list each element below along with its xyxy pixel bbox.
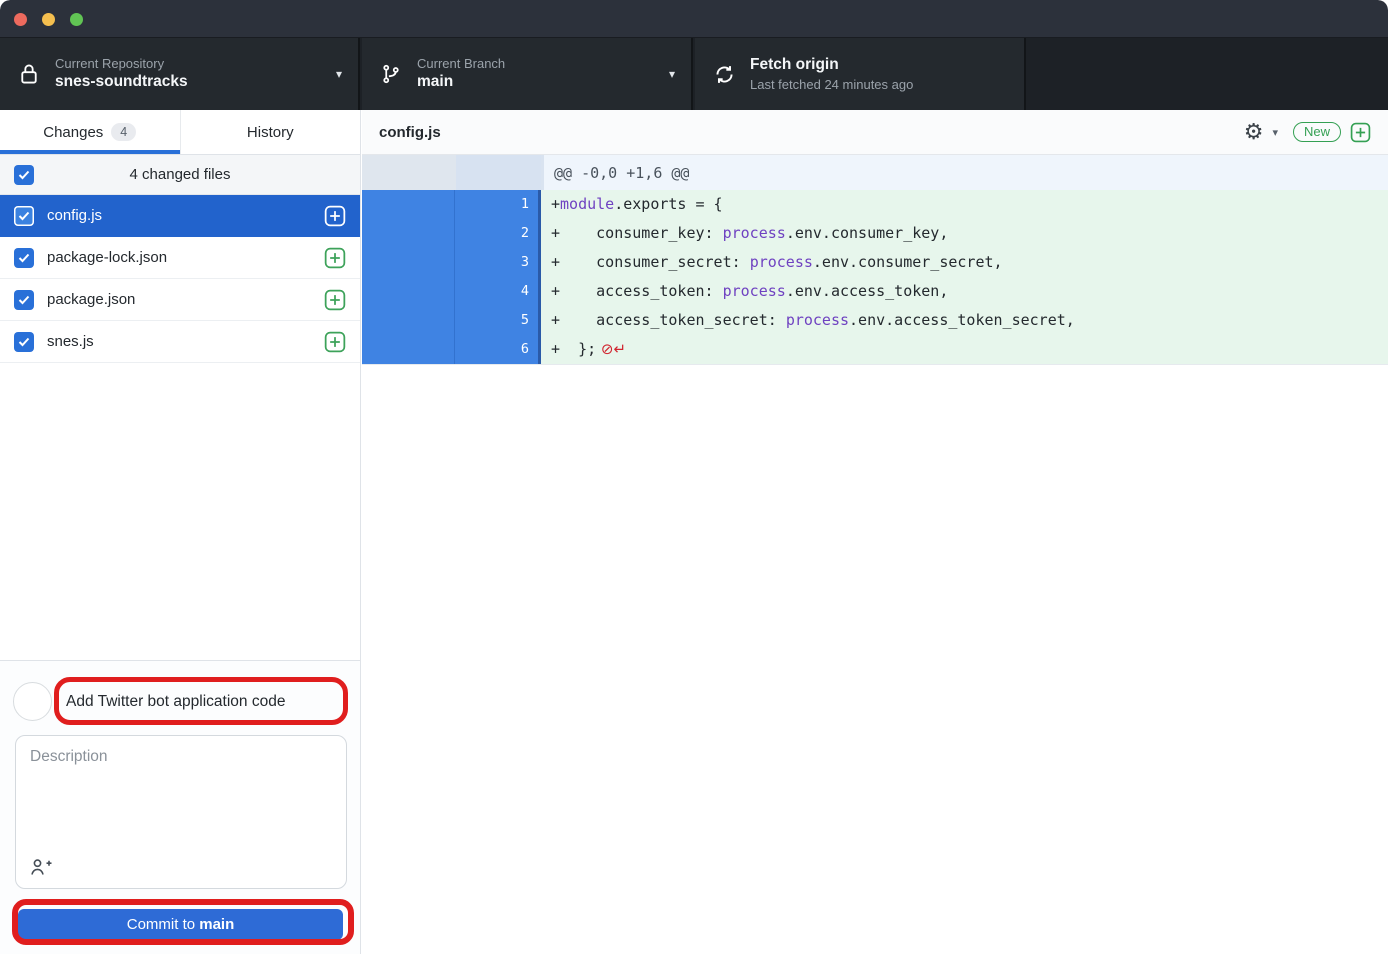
- add-coauthor-icon[interactable]: [29, 856, 53, 878]
- changes-count-badge: 4: [111, 123, 136, 141]
- tab-history[interactable]: History: [180, 110, 361, 154]
- diff-line-5[interactable]: 5+ access_token_secret: process.env.acce…: [362, 306, 1388, 335]
- file-name: package-lock.json: [47, 249, 167, 266]
- new-line-number: 2: [455, 219, 538, 248]
- commit-form: Commit to main: [0, 660, 360, 954]
- hunk-header-row: @@ -0,0 +1,6 @@: [362, 155, 1388, 190]
- changed-files-count: 4 changed files: [0, 166, 360, 183]
- current-repository-dropdown[interactable]: Current Repository snes-soundtracks ▾: [0, 38, 360, 110]
- diff-line-code: +module.exports = {: [541, 190, 1388, 219]
- current-branch-dropdown[interactable]: Current Branch main ▾: [362, 38, 693, 110]
- avatar: [13, 682, 52, 721]
- diff-line-4[interactable]: 4+ access_token: process.env.access_toke…: [362, 277, 1388, 306]
- chevron-down-icon: ▾: [336, 67, 342, 81]
- diff-line-2[interactable]: 2+ consumer_key: process.env.consumer_ke…: [362, 219, 1388, 248]
- old-line-number: [362, 277, 455, 306]
- diff-file-name: config.js: [379, 124, 441, 141]
- select-all-checkbox[interactable]: [14, 165, 34, 185]
- hunk-gutter-old: [362, 155, 456, 190]
- changed-file-list: config.js package-lock.json package.json sn…: [0, 195, 360, 363]
- old-line-number: [362, 190, 455, 219]
- github-desktop-window: Current Repository snes-soundtracks ▾ Cu…: [0, 0, 1388, 954]
- diff-line-gutter[interactable]: 6: [362, 335, 541, 364]
- file-row-package-lock.json[interactable]: package-lock.json: [0, 237, 360, 279]
- fetch-origin-button[interactable]: Fetch origin Last fetched 24 minutes ago: [695, 38, 1026, 110]
- commit-description-input[interactable]: [16, 736, 346, 854]
- lock-icon: [18, 62, 40, 86]
- tab-history-label: History: [247, 124, 294, 141]
- added-status-icon: [1350, 122, 1371, 143]
- diff-line-3[interactable]: 3+ consumer_secret: process.env.consumer…: [362, 248, 1388, 277]
- git-branch-icon: [380, 62, 402, 86]
- branch-name: main: [417, 72, 505, 93]
- branch-label: Current Branch: [417, 55, 505, 73]
- file-row-config.js[interactable]: config.js: [0, 195, 360, 237]
- zoom-button[interactable]: [70, 13, 83, 26]
- old-line-number: [362, 248, 455, 277]
- commit-branch-name: main: [199, 916, 234, 933]
- added-status-icon: [324, 205, 346, 227]
- toolbar: Current Repository snes-soundtracks ▾ Cu…: [0, 38, 1388, 110]
- titlebar: [0, 0, 1388, 38]
- new-file-badge: New: [1293, 122, 1341, 142]
- diff-line-code: + }; ⊘↵: [541, 335, 1388, 364]
- file-checkbox[interactable]: [14, 248, 34, 268]
- new-line-number: 5: [455, 306, 538, 335]
- diff-line-code: + access_token: process.env.access_token…: [541, 277, 1388, 306]
- minimize-button[interactable]: [42, 13, 55, 26]
- new-line-number: 1: [455, 190, 538, 219]
- added-status-icon: [324, 331, 346, 353]
- tab-changes-label: Changes: [43, 124, 103, 141]
- chevron-down-icon[interactable]: ▾: [1272, 126, 1278, 139]
- fetch-subtitle: Last fetched 24 minutes ago: [750, 76, 913, 94]
- file-checkbox[interactable]: [14, 332, 34, 352]
- fetch-title: Fetch origin: [750, 55, 913, 76]
- old-line-number: [362, 219, 455, 248]
- diff-line-code: + access_token_secret: process.env.acces…: [541, 306, 1388, 335]
- diff-body: @@ -0,0 +1,6 @@ 1+module.exports = {2+ c…: [362, 155, 1388, 365]
- new-line-number: 3: [455, 248, 538, 277]
- changed-files-header: 4 changed files: [0, 155, 360, 195]
- sync-icon: [713, 62, 735, 86]
- file-name: snes.js: [47, 333, 94, 350]
- file-row-snes.js[interactable]: snes.js: [0, 321, 360, 363]
- diff-line-gutter[interactable]: 4: [362, 277, 541, 306]
- active-tab-indicator: [0, 150, 180, 154]
- diff-line-code: + consumer_secret: process.env.consumer_…: [541, 248, 1388, 277]
- old-line-number: [362, 306, 455, 335]
- diff-line-gutter[interactable]: 5: [362, 306, 541, 335]
- file-name: config.js: [47, 207, 102, 224]
- commit-to-main-button[interactable]: Commit to main: [18, 909, 343, 940]
- added-status-icon: [324, 247, 346, 269]
- added-status-icon: [324, 289, 346, 311]
- diff-lines: 1+module.exports = {2+ consumer_key: pro…: [362, 190, 1388, 364]
- file-checkbox[interactable]: [14, 206, 34, 226]
- gear-icon[interactable]: ⚙: [1244, 121, 1264, 143]
- file-checkbox[interactable]: [14, 290, 34, 310]
- sidebar-tabs: Changes 4 History: [0, 110, 360, 155]
- diff-header: config.js ⚙ ▾ New: [362, 110, 1388, 155]
- diff-line-1[interactable]: 1+module.exports = {: [362, 190, 1388, 219]
- hunk-gutter-new: [456, 155, 541, 190]
- diff-pane: config.js ⚙ ▾ New @@ -0,0 +1,6 @@ 1+mod: [362, 110, 1388, 954]
- commit-summary-input[interactable]: [66, 686, 338, 718]
- repository-label: Current Repository: [55, 55, 188, 73]
- tab-changes[interactable]: Changes 4: [0, 110, 180, 154]
- sidebar: Changes 4 History 4 changed files config…: [0, 110, 361, 954]
- diff-line-6[interactable]: 6+ }; ⊘↵: [362, 335, 1388, 364]
- file-name: package.json: [47, 291, 135, 308]
- close-button[interactable]: [14, 13, 27, 26]
- repository-name: snes-soundtracks: [55, 72, 188, 93]
- diff-line-gutter[interactable]: 1: [362, 190, 541, 219]
- file-row-package.json[interactable]: package.json: [0, 279, 360, 321]
- old-line-number: [362, 335, 455, 364]
- hunk-header-text: @@ -0,0 +1,6 @@: [541, 155, 1388, 190]
- chevron-down-icon: ▾: [669, 67, 675, 81]
- diff-line-code: + consumer_key: process.env.consumer_key…: [541, 219, 1388, 248]
- new-line-number: 6: [455, 335, 538, 364]
- commit-description-box: [15, 735, 347, 889]
- diff-line-gutter[interactable]: 3: [362, 248, 541, 277]
- diff-line-gutter[interactable]: 2: [362, 219, 541, 248]
- new-line-number: 4: [455, 277, 538, 306]
